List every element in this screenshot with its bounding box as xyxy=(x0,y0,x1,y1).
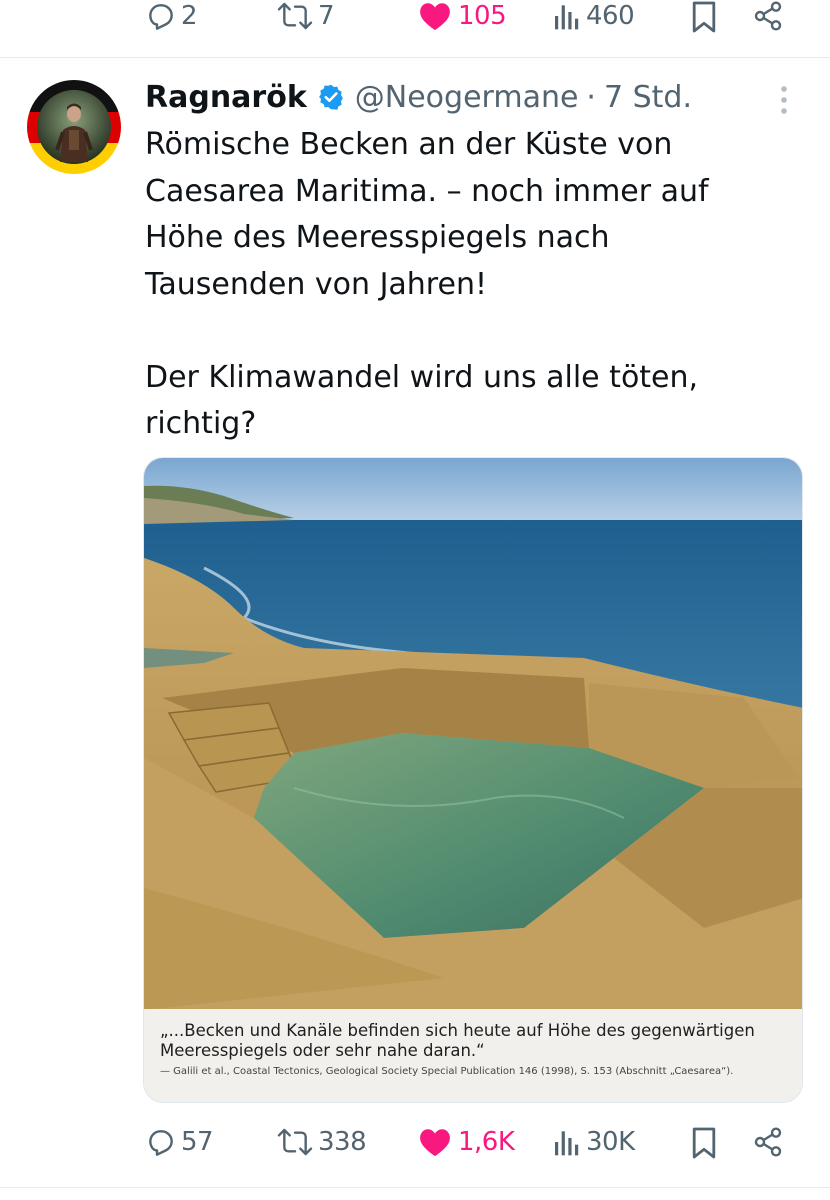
media-photo xyxy=(144,458,802,1010)
tweet-media[interactable]: „...Becken und Kanäle befinden sich heut… xyxy=(143,457,803,1103)
reply-button[interactable]: 57 xyxy=(145,1126,214,1158)
share-button[interactable] xyxy=(752,1126,784,1158)
bookmark-icon xyxy=(692,1127,716,1159)
like-icon xyxy=(420,3,450,31)
display-name[interactable]: Ragnarök xyxy=(145,80,307,115)
like-button[interactable]: 1,6K xyxy=(418,1126,515,1158)
bookmark-icon xyxy=(692,1,716,33)
caption-source: — Galili et al., Coastal Tectonics, Geol… xyxy=(160,1066,734,1077)
share-icon xyxy=(754,1127,782,1157)
share-icon xyxy=(754,1,782,31)
views-button[interactable]: 30K xyxy=(552,1126,635,1158)
like-count: 105 xyxy=(458,1,507,31)
repost-icon xyxy=(277,2,313,30)
bottom-divider xyxy=(0,1187,830,1188)
tweet-action-bar: 57 338 1,6K 30K xyxy=(0,1126,830,1166)
like-button[interactable]: 105 xyxy=(418,0,507,32)
reply-count: 57 xyxy=(181,1127,214,1157)
repost-icon xyxy=(277,1128,313,1156)
tweet-divider xyxy=(0,57,830,58)
avatar-image xyxy=(27,80,121,174)
bookmark-button[interactable] xyxy=(690,1126,718,1160)
views-button[interactable]: 460 xyxy=(552,0,635,32)
verified-icon xyxy=(317,83,345,111)
reply-button[interactable]: 2 xyxy=(145,0,198,32)
timestamp[interactable]: 7 Std. xyxy=(604,80,692,115)
views-icon xyxy=(555,1131,579,1156)
media-caption: „...Becken und Kanäle befinden sich heut… xyxy=(144,1009,802,1102)
caption-quote: „...Becken und Kanäle befinden sich heut… xyxy=(160,1021,755,1060)
bookmark-button[interactable] xyxy=(690,0,718,34)
like-icon xyxy=(420,1129,450,1157)
views-icon xyxy=(555,5,579,30)
tweet-header: Ragnarök @Neogermane · 7 Std. xyxy=(145,76,692,118)
more-icon xyxy=(781,86,787,114)
header-separator: · xyxy=(586,79,596,115)
share-button[interactable] xyxy=(752,0,784,32)
repost-count: 338 xyxy=(318,1127,367,1157)
reply-icon xyxy=(149,1130,173,1156)
top-action-bar: 2 7 105 460 xyxy=(0,0,830,40)
repost-count: 7 xyxy=(318,1,335,31)
more-button[interactable] xyxy=(776,84,792,116)
avatar[interactable] xyxy=(27,80,121,174)
reply-icon xyxy=(149,4,173,30)
like-count: 1,6K xyxy=(458,1127,515,1157)
views-count: 30K xyxy=(586,1127,635,1157)
repost-button[interactable]: 338 xyxy=(276,1126,367,1158)
views-count: 460 xyxy=(586,1,635,31)
repost-button[interactable]: 7 xyxy=(276,0,335,32)
tweet-text: Römische Becken an der Küste von Caesare… xyxy=(145,127,709,441)
reply-count: 2 xyxy=(181,1,198,31)
handle[interactable]: @Neogermane xyxy=(355,80,579,115)
